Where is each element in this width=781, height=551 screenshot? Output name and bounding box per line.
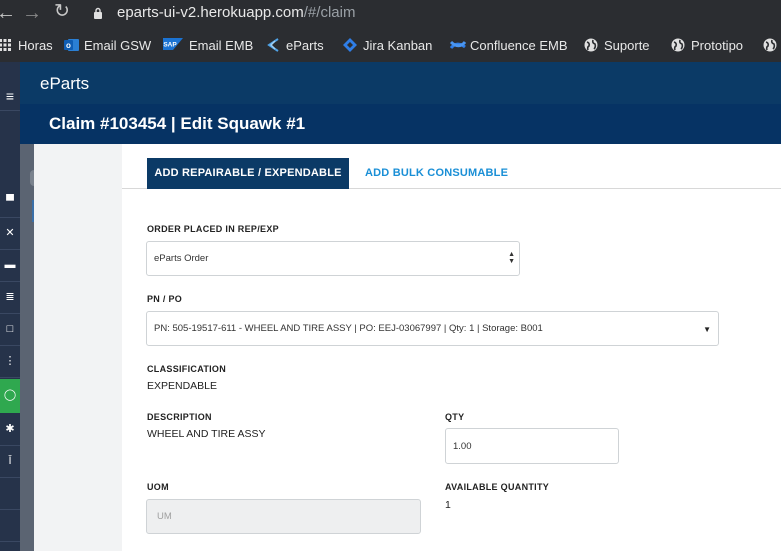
classification-label: CLASSIFICATION — [147, 364, 227, 374]
sidebar-item-list-icon[interactable]: ≣ — [0, 281, 20, 314]
classification-value: EXPENDABLE — [147, 380, 218, 392]
apps-icon — [0, 38, 12, 52]
bookmark-label: Suporte — [604, 37, 650, 53]
uom-input: UM — [146, 499, 421, 534]
order-placed-select[interactable]: eParts Order ▲ ▼ — [146, 241, 520, 276]
select-stepper-icon: ▲ ▼ — [508, 251, 515, 265]
svg-text:SAP: SAP — [163, 42, 177, 49]
bookmark-confluence-emb[interactable]: Confluence EMB — [449, 36, 568, 54]
sidebar-item-blank[interactable] — [0, 509, 20, 542]
bookmark-email-gsw[interactable]: o Email GSW — [64, 36, 151, 54]
sidebar-item-settings-icon[interactable]: ✱ — [0, 413, 20, 446]
sidebar-item-report-icon[interactable]: Ī — [0, 445, 20, 478]
modal-left-panel — [34, 144, 98, 551]
modal-gutter — [98, 144, 122, 551]
order-placed-label: ORDER PLACED IN REP/EXP — [147, 224, 279, 234]
sidebar-item-print-icon[interactable]: ▀ — [0, 185, 20, 218]
bookmark-label: eParts — [286, 37, 324, 53]
order-placed-value: eParts Order — [154, 253, 209, 264]
page-title: Claim #103454 | Edit Squawk #1 — [49, 114, 306, 133]
bookmark-eparts[interactable]: eParts — [266, 36, 324, 54]
globe-icon — [671, 38, 685, 52]
sap-icon: SAP — [163, 38, 183, 52]
bookmark-label: Jira Kanban — [363, 37, 433, 53]
sidebar-item-tools-icon[interactable]: ✕ — [0, 217, 20, 250]
bookmark-overflow[interactable] — [763, 36, 777, 54]
available-qty-value: 1 — [445, 499, 451, 511]
globe-icon — [584, 38, 598, 52]
pn-po-label: PN / PO — [147, 294, 183, 304]
brand-logo[interactable]: eParts — [40, 74, 89, 94]
sidebar-divider — [0, 110, 20, 111]
sidebar-item-network-icon[interactable]: ⋮ — [0, 345, 20, 378]
bookmark-email-emb[interactable]: SAP Email EMB — [163, 36, 253, 54]
qty-input[interactable]: 1.00 — [445, 428, 619, 464]
reload-icon[interactable]: ↻ — [54, 2, 70, 22]
modal-body — [98, 144, 781, 551]
outlook-icon: o — [64, 38, 79, 52]
bookmark-label: Email EMB — [189, 37, 254, 53]
sidebar-item-blank[interactable] — [0, 477, 20, 510]
qty-label: QTY — [445, 412, 465, 422]
address-bar[interactable]: eparts-ui-v2.herokuapp.com/#/claim — [117, 4, 355, 21]
pn-po-value: PN: 505-19517-611 - WHEEL AND TIRE ASSY … — [154, 323, 543, 334]
globe-icon — [763, 38, 777, 52]
url-path: /#/claim — [303, 4, 356, 21]
description-value: WHEEL AND TIRE ASSY — [147, 428, 266, 440]
url-host: eparts-ui-v2.herokuapp.com — [117, 4, 304, 21]
bookmark-suporte[interactable]: Suporte — [584, 36, 650, 54]
bookmark-label: Horas — [18, 37, 53, 53]
tab-add-bulk-consumable[interactable]: ADD BULK CONSUMABLE — [365, 158, 508, 189]
bookmark-label: Confluence EMB — [470, 37, 568, 53]
qty-value: 1.00 — [453, 440, 472, 452]
forward-arrow-icon[interactable]: → — [22, 3, 42, 23]
sidebar-item-active-icon[interactable]: ◯ — [0, 379, 20, 413]
eparts-icon — [266, 38, 280, 52]
bookmark-label: Email GSW — [84, 37, 152, 53]
dropdown-caret-icon: ▼ — [703, 325, 711, 334]
app-header — [20, 62, 781, 104]
menu-icon[interactable]: ≡ — [0, 80, 20, 110]
bookmark-label: Prototipo — [691, 37, 744, 53]
lock-icon[interactable] — [93, 6, 103, 24]
uom-label: UOM — [147, 482, 169, 492]
available-qty-label: AVAILABLE QUANTITY — [445, 482, 550, 492]
tab-add-repairable-expendable[interactable]: ADD REPAIRABLE / EXPENDABLE — [147, 158, 349, 189]
svg-text:o: o — [66, 41, 71, 50]
back-arrow-icon[interactable]: ← — [0, 3, 16, 23]
jira-icon — [343, 38, 357, 52]
description-label: DESCRIPTION — [147, 412, 212, 422]
confluence-icon — [449, 38, 467, 52]
bookmark-jira-kanban[interactable]: Jira Kanban — [343, 36, 432, 54]
sidebar-item-monitor-icon[interactable]: ▬ — [0, 249, 20, 282]
uom-placeholder: UM — [157, 511, 172, 522]
pn-po-select[interactable]: PN: 505-19517-611 - WHEEL AND TIRE ASSY … — [146, 311, 719, 346]
bookmark-prototipo[interactable]: Prototipo — [671, 36, 743, 54]
sidebar-item-document-icon[interactable]: □ — [0, 313, 20, 346]
bookmark-horas[interactable]: Horas — [0, 36, 53, 54]
